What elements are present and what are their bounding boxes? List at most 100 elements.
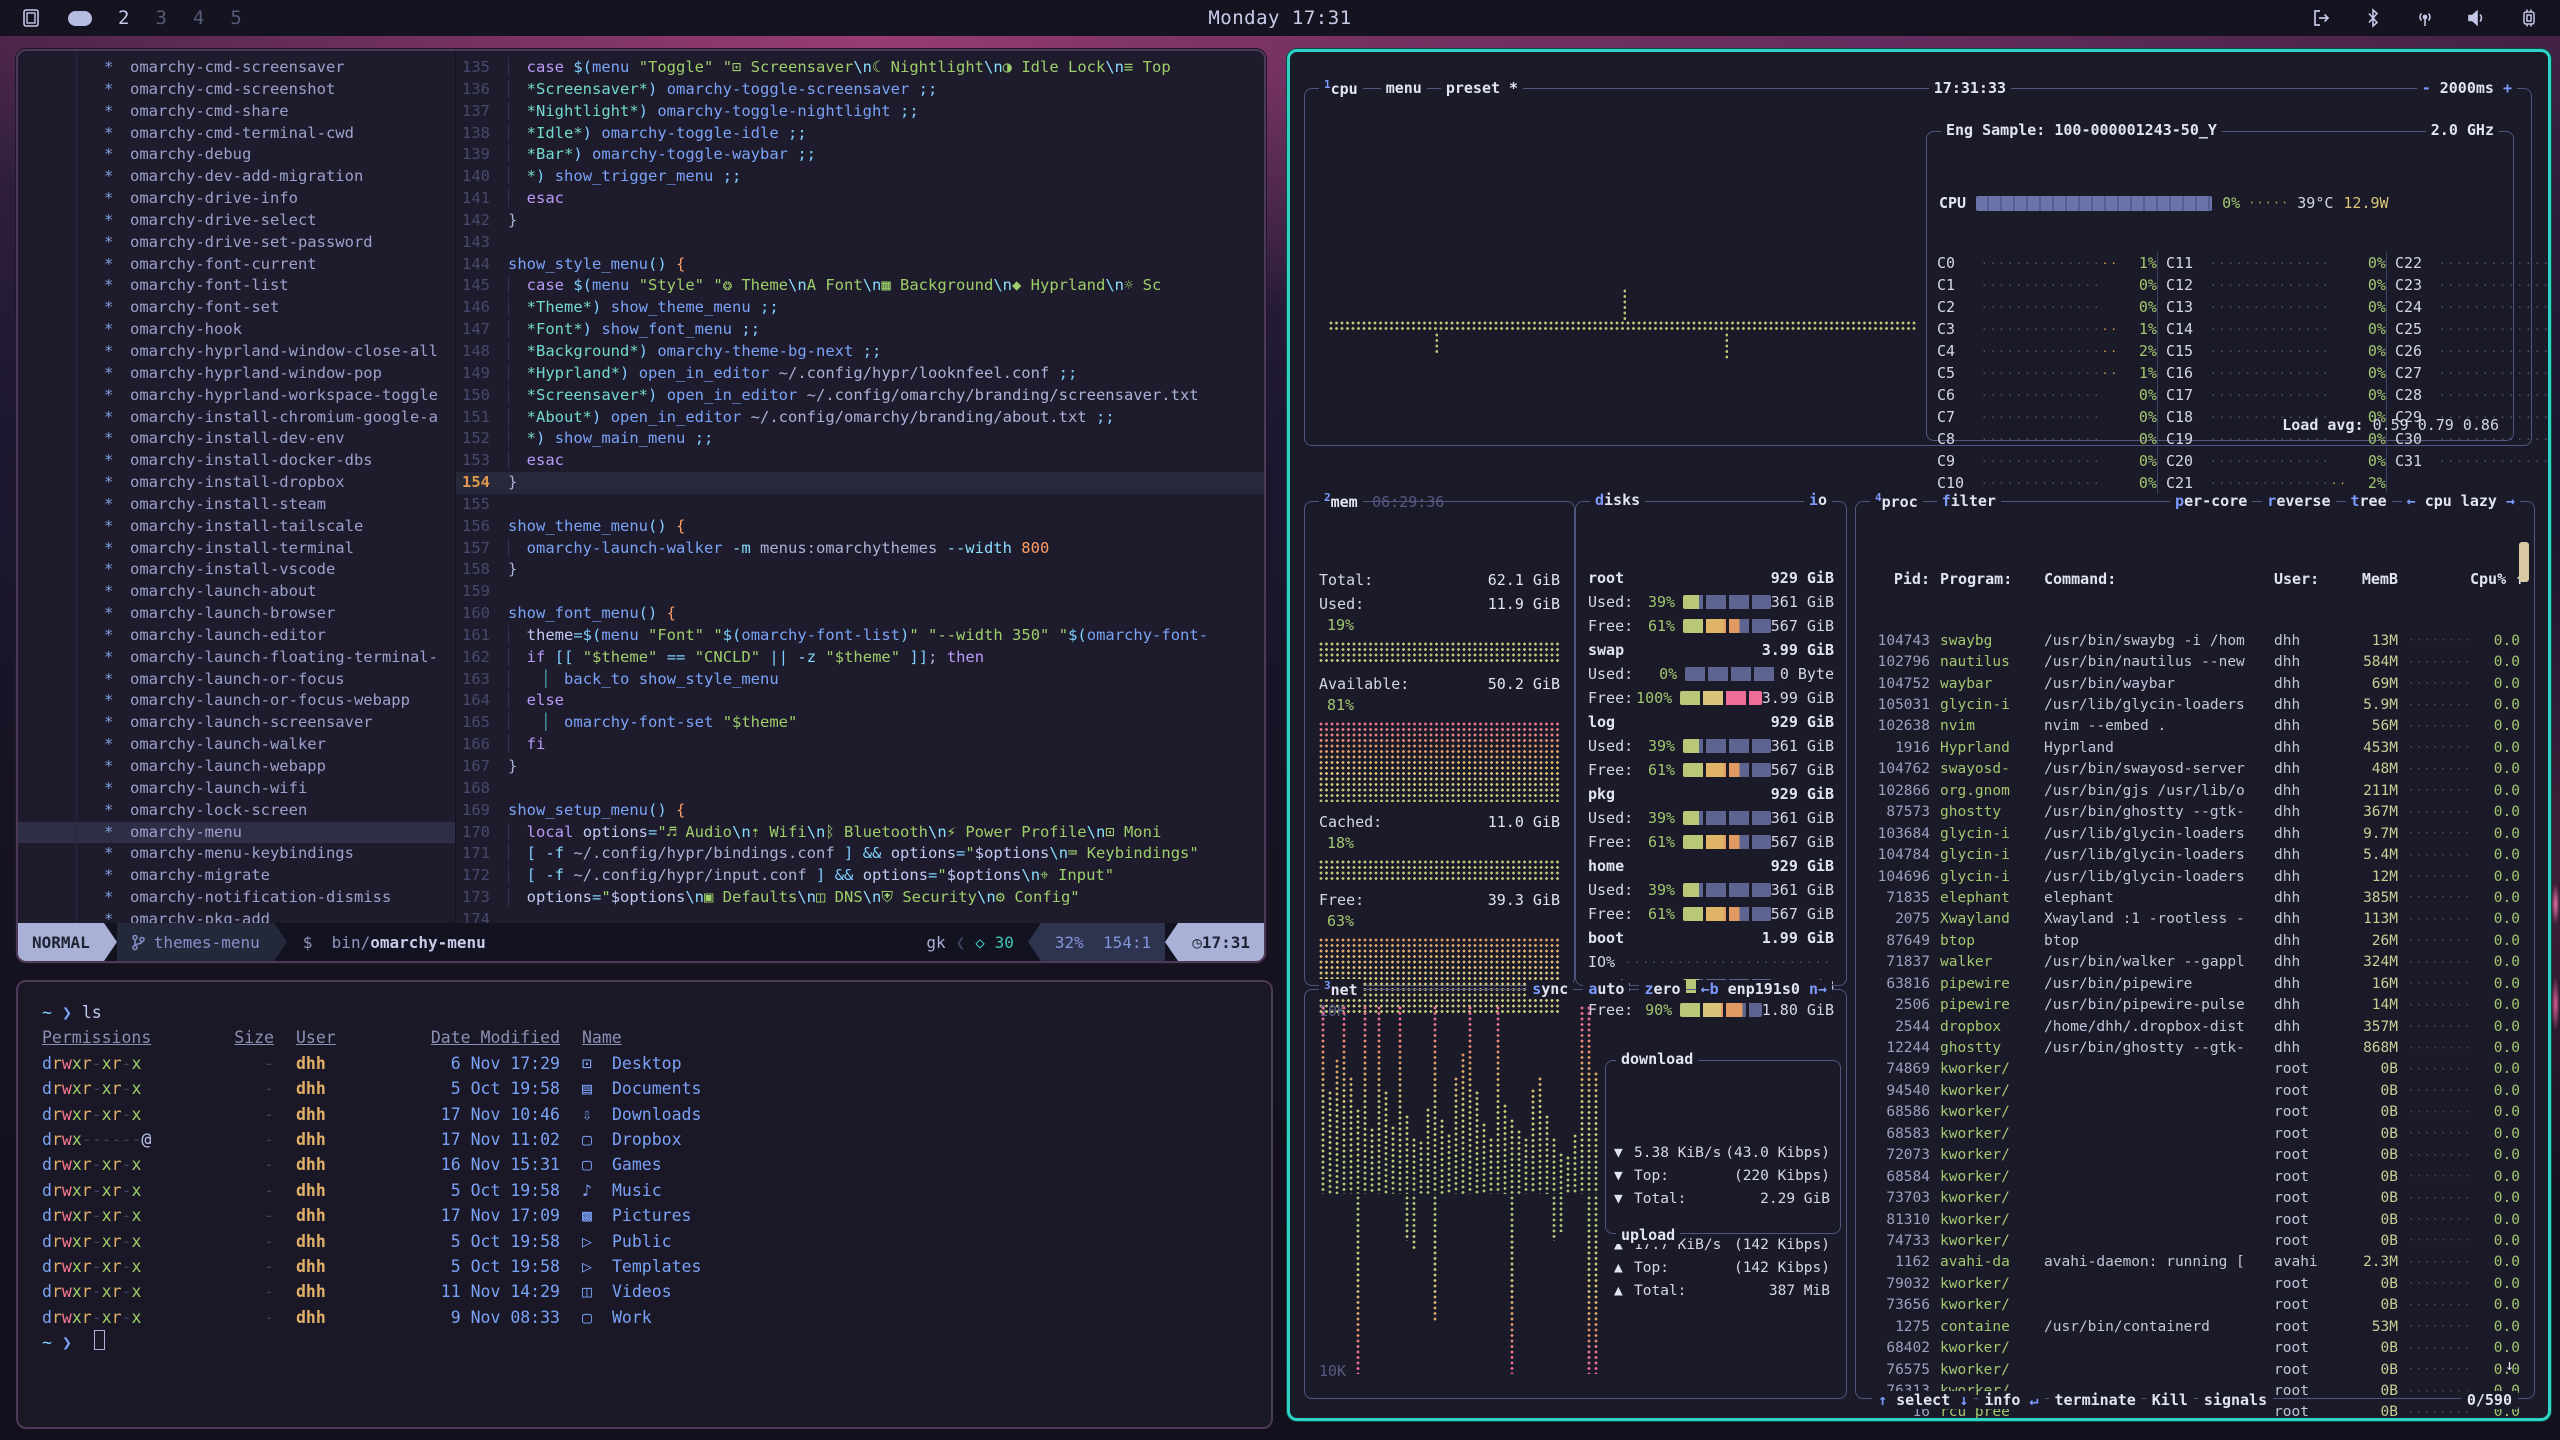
workspace-2[interactable]: 2: [118, 7, 129, 29]
file-entry[interactable]: ▤Documents: [582, 1076, 1271, 1101]
workspace-3[interactable]: 3: [155, 7, 166, 29]
file-row[interactable]: *omarchy-debug: [18, 144, 455, 166]
process-row[interactable]: 105031glycin-i/usr/lib/glycin-loadersdhh…: [1866, 694, 2520, 715]
file-entry[interactable]: ▩Pictures: [582, 1203, 1271, 1228]
process-row[interactable]: 74733kworker/root0B·········0.0: [1866, 1230, 2520, 1251]
file-row[interactable]: *omarchy-install-vscode: [18, 559, 455, 581]
proc-footer-action[interactable]: info ↵: [1978, 1391, 2044, 1409]
file-entry[interactable]: ⇩Downloads: [582, 1102, 1271, 1127]
file-row[interactable]: *omarchy-launch-walker: [18, 734, 455, 756]
bluetooth-icon[interactable]: [2362, 7, 2384, 29]
process-row[interactable]: 76575kworker/root0B·········0.0: [1866, 1359, 2520, 1380]
process-row[interactable]: 102796nautilus/usr/bin/nautilus --newdhh…: [1866, 651, 2520, 672]
workspace-4[interactable]: 4: [193, 7, 204, 29]
proc-tree-button[interactable]: tree: [2346, 492, 2392, 510]
file-row[interactable]: *omarchy-install-steam: [18, 494, 455, 516]
file-row[interactable]: *omarchy-launch-or-focus: [18, 669, 455, 691]
net-interface-switcher[interactable]: ←b enp191s0 n→: [1696, 980, 1832, 998]
file-row[interactable]: *omarchy-launch-editor: [18, 625, 455, 647]
proc-footer-action[interactable]: Kill: [2146, 1391, 2194, 1409]
menu-button[interactable]: menu: [1381, 79, 1427, 97]
process-row[interactable]: 71835elephantelephantdhh385M·········0.0: [1866, 887, 2520, 908]
process-row[interactable]: 71837walker/usr/bin/walker --gappldhh324…: [1866, 952, 2520, 973]
process-row[interactable]: 104784glycin-i/usr/lib/glycin-loadersdhh…: [1866, 844, 2520, 865]
terminal-cursor[interactable]: [94, 1330, 105, 1350]
terminal-window[interactable]: ~❯lsPermissionsSizeUserDate ModifiedName…: [16, 980, 1273, 1429]
process-row[interactable]: 73703kworker/root0B·········0.0: [1866, 1187, 2520, 1208]
process-row[interactable]: 1916HyprlandHyprlanddhh453M·········0.0: [1866, 737, 2520, 758]
file-row[interactable]: *omarchy-notification-dismiss: [18, 887, 455, 909]
file-row[interactable]: *omarchy-launch-floating-terminal-: [18, 647, 455, 669]
file-entry[interactable]: ▢Work: [582, 1305, 1271, 1330]
process-row[interactable]: 103684glycin-i/usr/lib/glycin-loadersdhh…: [1866, 823, 2520, 844]
file-list-pane[interactable]: *omarchy-cmd-screensaver*omarchy-cmd-scr…: [18, 51, 456, 923]
process-row[interactable]: 68583kworker/root0B·········0.0: [1866, 1123, 2520, 1144]
window-manager-icon[interactable]: [20, 7, 42, 29]
process-row[interactable]: 104752waybar/usr/bin/waybardhh69M·······…: [1866, 673, 2520, 694]
file-row[interactable]: *omarchy-install-dev-env: [18, 428, 455, 450]
process-row[interactable]: 104696glycin-i/usr/lib/glycin-loadersdhh…: [1866, 866, 2520, 887]
io-mode-button[interactable]: io: [1804, 491, 1832, 509]
file-row[interactable]: *omarchy-cmd-share: [18, 101, 455, 123]
proc-percore-button[interactable]: per-core: [2170, 492, 2252, 510]
file-row[interactable]: *omarchy-launch-browser: [18, 603, 455, 625]
process-row[interactable]: 87573ghostty/usr/bin/ghostty --gtk-dhh36…: [1866, 802, 2520, 823]
file-row[interactable]: *omarchy-cmd-terminal-cwd: [18, 123, 455, 145]
file-entry[interactable]: ▢Dropbox: [582, 1127, 1271, 1152]
proc-filter-button[interactable]: filter: [1937, 492, 2001, 510]
interval-control[interactable]: - 2000ms +: [2417, 79, 2517, 97]
file-row[interactable]: *omarchy-launch-webapp: [18, 756, 455, 778]
net-zero-button[interactable]: zero: [1639, 980, 1685, 998]
net-sync-button[interactable]: sync: [1527, 980, 1573, 998]
process-row[interactable]: 1162avahi-daavahi-daemon: running [avahi…: [1866, 1252, 2520, 1273]
file-entry[interactable]: ⊡Desktop: [582, 1051, 1271, 1076]
process-row[interactable]: 2506pipewire/usr/bin/pipewire-pulsedhh14…: [1866, 994, 2520, 1015]
proc-reverse-button[interactable]: reverse: [2262, 492, 2335, 510]
process-row[interactable]: 104762swayosd-/usr/bin/swayosd-serverdhh…: [1866, 759, 2520, 780]
chip-icon[interactable]: [2518, 7, 2540, 29]
file-row[interactable]: *omarchy-dev-add-migration: [18, 166, 455, 188]
file-row[interactable]: *omarchy-hyprland-window-pop: [18, 363, 455, 385]
process-row[interactable]: 68584kworker/root0B·········0.0: [1866, 1166, 2520, 1187]
file-row[interactable]: *omarchy-lock-screen: [18, 800, 455, 822]
file-row[interactable]: *omarchy-menu: [18, 822, 455, 844]
scroll-down-indicator[interactable]: ↓: [2505, 1356, 2514, 1374]
btop-window[interactable]: 1cpu menu preset * 17:31:33 - 2000ms + u…: [1287, 49, 2551, 1421]
process-row[interactable]: 94540kworker/root0B·········0.0: [1866, 1080, 2520, 1101]
logout-icon[interactable]: [2310, 7, 2332, 29]
file-row[interactable]: *omarchy-install-terminal: [18, 538, 455, 560]
proc-footer-action[interactable]: ↑ select ↓: [1872, 1391, 1974, 1409]
process-row[interactable]: 102866org.gnom/usr/bin/gjs /usr/lib/odhh…: [1866, 780, 2520, 801]
network-icon[interactable]: [2414, 7, 2436, 29]
workspace-1-active[interactable]: [68, 11, 92, 26]
file-row[interactable]: *omarchy-hyprland-workspace-toggle: [18, 385, 455, 407]
process-row[interactable]: 73656kworker/root0B·········0.0: [1866, 1295, 2520, 1316]
code-pane[interactable]: 135▏ case $(menu "Toggle" "⊡ Screensaver…: [456, 51, 1264, 923]
file-row[interactable]: *omarchy-install-chromium-google-a: [18, 407, 455, 429]
file-row[interactable]: *omarchy-font-list: [18, 275, 455, 297]
file-row[interactable]: *omarchy-install-docker-dbs: [18, 450, 455, 472]
proc-sort-selector[interactable]: ← cpu lazy →: [2402, 492, 2520, 510]
file-row[interactable]: *omarchy-drive-set-password: [18, 232, 455, 254]
workspace-5[interactable]: 5: [230, 7, 241, 29]
file-row[interactable]: *omarchy-menu-keybindings: [18, 843, 455, 865]
file-entry[interactable]: ▷Templates: [582, 1254, 1271, 1279]
process-row[interactable]: 2075XwaylandXwayland :1 -rootless -dhh11…: [1866, 909, 2520, 930]
proc-footer-action[interactable]: signals: [2198, 1391, 2273, 1409]
file-row[interactable]: *omarchy-launch-wifi: [18, 778, 455, 800]
volume-icon[interactable]: [2466, 7, 2488, 29]
process-row[interactable]: 102638nvimnvim --embed .dhh56M·········0…: [1866, 716, 2520, 737]
process-row[interactable]: 74869kworker/root0B·········0.0: [1866, 1059, 2520, 1080]
file-entry[interactable]: ♪Music: [582, 1178, 1271, 1203]
neovim-window[interactable]: *omarchy-cmd-screensaver*omarchy-cmd-scr…: [16, 49, 1266, 963]
net-auto-button[interactable]: auto: [1583, 980, 1629, 998]
process-row[interactable]: 63816pipewire/usr/bin/pipewiredhh16M····…: [1866, 973, 2520, 994]
process-row[interactable]: 79032kworker/root0B·········0.0: [1866, 1273, 2520, 1294]
file-entry[interactable]: ◫Videos: [582, 1279, 1271, 1304]
process-row[interactable]: 81310kworker/root0B·········0.0: [1866, 1209, 2520, 1230]
process-row[interactable]: 1275containe/usr/bin/containerdroot53M··…: [1866, 1316, 2520, 1337]
file-row[interactable]: *omarchy-hyprland-window-close-all: [18, 341, 455, 363]
file-row[interactable]: *omarchy-install-tailscale: [18, 516, 455, 538]
file-entry[interactable]: ▷Public: [582, 1229, 1271, 1254]
process-row[interactable]: 87649btopbtopdhh26M·········0.0: [1866, 930, 2520, 951]
